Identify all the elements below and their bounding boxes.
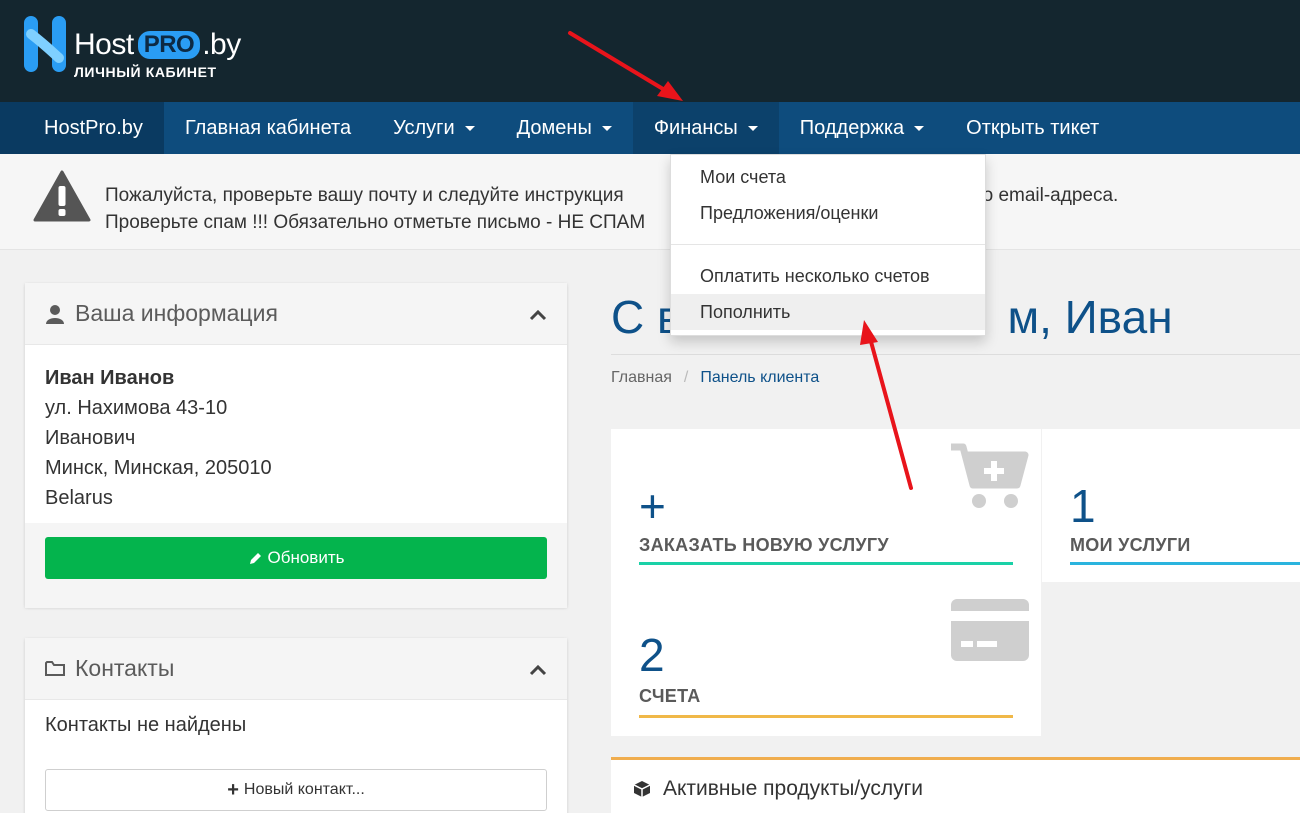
logo-host-text: Host bbox=[74, 28, 134, 61]
finance-dropdown-menu: Мои счета Предложения/оценки Оплатить не… bbox=[670, 154, 986, 336]
user-info-body: Иван Иванов ул. Нахимова 43-10 Иванович … bbox=[25, 345, 567, 513]
tile-label: МОИ УСЛУГИ bbox=[1070, 535, 1191, 555]
nav-item-services[interactable]: Услуги bbox=[372, 102, 496, 154]
cube-icon bbox=[633, 780, 651, 798]
nav-item-label: Поддержка bbox=[799, 116, 905, 139]
caret-down-icon bbox=[747, 125, 758, 131]
tile-value: + bbox=[639, 480, 666, 532]
nav-brand[interactable]: HostPro.by bbox=[0, 102, 164, 154]
panel-title: Ваша информация bbox=[75, 300, 278, 326]
dropdown-item-label: Пополнить bbox=[700, 301, 791, 322]
breadcrumb: Главная / Панель клиента bbox=[611, 354, 1300, 400]
panel-header[interactable]: Ваша информация bbox=[25, 283, 567, 345]
pencil-icon bbox=[248, 551, 263, 566]
tile-label: ЗАКАЗАТЬ НОВУЮ УСЛУГУ bbox=[639, 535, 889, 555]
plus-icon: + bbox=[227, 779, 239, 801]
panel-header[interactable]: Контакты bbox=[25, 638, 567, 700]
tile-value: 1 bbox=[1070, 480, 1096, 532]
nav-item-support[interactable]: Поддержка bbox=[779, 102, 945, 154]
order-service-tile[interactable]: + ЗАКАЗАТЬ НОВУЮ УСЛУГУ bbox=[611, 429, 1041, 582]
cart-plus-icon bbox=[949, 441, 1029, 516]
chevron-up-icon[interactable] bbox=[529, 655, 547, 682]
breadcrumb-home[interactable]: Главная bbox=[611, 369, 672, 387]
user-name: Иван Иванов bbox=[45, 367, 175, 389]
top-header: Host PRO .by ЛИЧНЫЙ КАБИНЕТ bbox=[0, 0, 1300, 102]
logo-h-icon bbox=[22, 14, 68, 74]
nav-item-label: Финансы bbox=[653, 116, 738, 139]
tile-accent-bar bbox=[639, 715, 1013, 718]
breadcrumb-separator: / bbox=[683, 368, 689, 386]
user-city: Минск, Минская, 205010 bbox=[45, 457, 272, 479]
dropdown-item-label: Оплатить несколько счетов bbox=[700, 265, 930, 286]
folder-icon bbox=[45, 660, 65, 677]
logo-subtitle: ЛИЧНЫЙ КАБИНЕТ bbox=[74, 64, 217, 80]
my-services-tile[interactable]: 1 МОИ УСЛУГИ bbox=[1042, 429, 1300, 582]
contacts-panel: Контакты Контакты не найдены + Новый кон… bbox=[25, 638, 567, 813]
caret-down-icon bbox=[601, 125, 612, 131]
new-contact-button[interactable]: + Новый контакт... bbox=[45, 769, 547, 811]
user-icon bbox=[45, 304, 65, 324]
credit-card-icon bbox=[951, 599, 1029, 666]
update-button[interactable]: Обновить bbox=[45, 537, 547, 579]
invoices-tile[interactable]: 2 СЧЕТА bbox=[611, 582, 1041, 736]
active-products-title: Активные продукты/услуги bbox=[663, 776, 924, 800]
dropdown-item-label: Предложения/оценки bbox=[700, 202, 879, 223]
warning-icon bbox=[33, 170, 91, 227]
nav-item-domains[interactable]: Домены bbox=[496, 102, 633, 154]
dropdown-item-mass-pay[interactable]: Оплатить несколько счетов bbox=[671, 258, 985, 294]
tile-value: 2 bbox=[639, 629, 665, 681]
panel-title: Контакты bbox=[75, 655, 175, 681]
nav-item-open-ticket[interactable]: Открыть тикет bbox=[945, 102, 1120, 154]
user-info-panel: Ваша информация Иван Иванов ул. Нахимова… bbox=[25, 283, 567, 608]
breadcrumb-current: Панель клиента bbox=[700, 368, 820, 386]
tile-accent-bar bbox=[1070, 562, 1300, 565]
dropdown-item-label: Мои счета bbox=[700, 166, 786, 187]
user-patronymic: Иванович bbox=[45, 427, 136, 449]
contacts-empty-text: Контакты не найдены bbox=[45, 714, 247, 736]
nav-item-label: Главная кабинета bbox=[184, 116, 352, 139]
welcome-end: м, Иван bbox=[1007, 291, 1173, 343]
main-navbar: HostPro.by Главная кабинета Услуги Домен… bbox=[0, 102, 1300, 154]
hostpro-logo[interactable]: Host PRO .by ЛИЧНЫЙ КАБИНЕТ bbox=[22, 14, 241, 88]
dropdown-divider bbox=[671, 244, 985, 245]
dropdown-item-quotes[interactable]: Предложения/оценки bbox=[671, 195, 985, 231]
tile-accent-bar bbox=[639, 562, 1013, 565]
caret-down-icon bbox=[914, 125, 925, 131]
nav-item-label: Открыть тикет bbox=[966, 116, 1100, 139]
dropdown-item-add-funds[interactable]: Пополнить bbox=[671, 294, 985, 330]
nav-item-dashboard[interactable]: Главная кабинета bbox=[164, 102, 372, 154]
user-country: Belarus bbox=[45, 487, 113, 509]
new-contact-label: Новый контакт... bbox=[243, 781, 365, 798]
user-address: ул. Нахимова 43-10 bbox=[45, 397, 228, 419]
nav-item-label: Домены bbox=[516, 116, 592, 139]
active-products-panel[interactable]: Активные продукты/услуги bbox=[611, 757, 1300, 813]
caret-down-icon bbox=[464, 125, 475, 131]
logo-pro-badge: PRO bbox=[137, 31, 201, 59]
nav-item-finance[interactable]: Финансы bbox=[632, 102, 779, 154]
dropdown-item-my-invoices[interactable]: Мои счета bbox=[671, 159, 985, 195]
logo-tld-text: .by bbox=[202, 28, 241, 61]
chevron-up-icon[interactable] bbox=[529, 300, 547, 327]
tile-label: СЧЕТА bbox=[639, 686, 701, 706]
nav-item-label: Услуги bbox=[393, 116, 455, 139]
alert-line1: Пожалуйста, проверьте вашу почту и следу… bbox=[105, 185, 624, 206]
update-button-label: Обновить bbox=[267, 548, 345, 567]
